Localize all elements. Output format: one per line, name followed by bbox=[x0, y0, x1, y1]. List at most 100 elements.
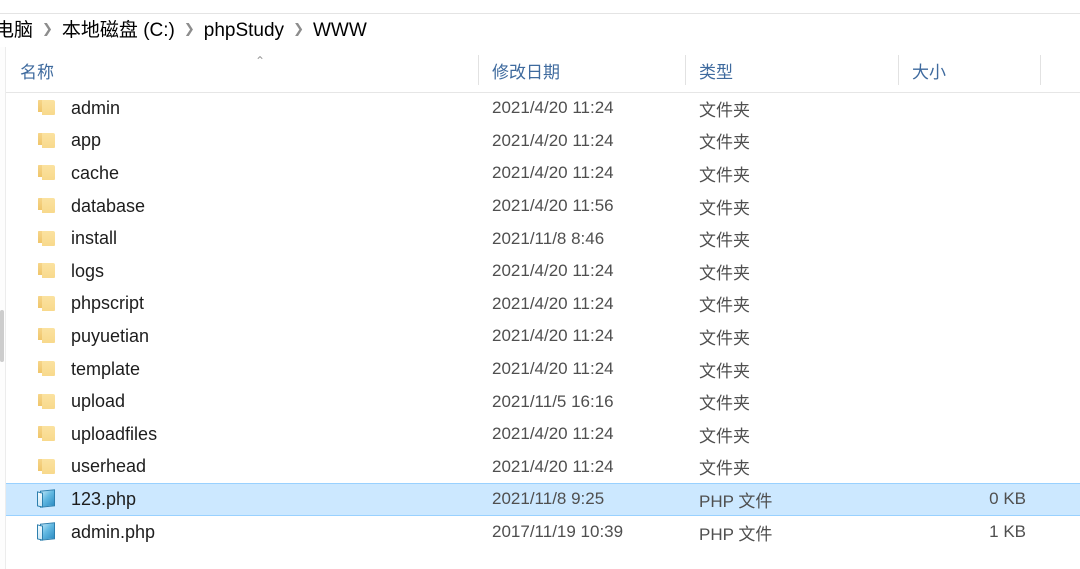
file-name-cell[interactable]: cache bbox=[6, 157, 478, 190]
folder-icon bbox=[36, 229, 58, 249]
file-name-label: upload bbox=[71, 391, 126, 412]
file-date-cell: 2021/4/20 11:24 bbox=[478, 125, 685, 158]
breadcrumb-chevron-icon[interactable]: ❯ bbox=[34, 22, 61, 37]
file-row[interactable]: cache 2021/4/20 11:24 文件夹 bbox=[6, 157, 1080, 190]
file-size-cell bbox=[898, 320, 1040, 353]
file-date-label: 2021/4/20 11:56 bbox=[492, 196, 614, 216]
column-header-date-modified[interactable]: 修改日期 bbox=[478, 48, 685, 92]
file-date-label: 2021/4/20 11:24 bbox=[492, 261, 614, 281]
file-row[interactable]: puyuetian 2021/4/20 11:24 文件夹 bbox=[6, 320, 1080, 353]
file-date-cell: 2021/4/20 11:24 bbox=[478, 320, 685, 353]
file-name-cell[interactable]: database bbox=[6, 190, 478, 223]
file-name-cell[interactable]: admin.php bbox=[6, 516, 478, 549]
file-size-cell: 0 KB bbox=[898, 484, 1040, 515]
file-name-cell[interactable]: uploadfiles bbox=[6, 418, 478, 451]
folder-icon bbox=[36, 359, 58, 379]
file-date-label: 2021/4/20 11:24 bbox=[492, 424, 614, 444]
file-size-cell: 1 KB bbox=[898, 516, 1040, 549]
php-icon bbox=[36, 522, 58, 542]
address-bar[interactable]: 电脑 ❯ 本地磁盘 (C:) ❯ phpStudy ❯ WWW bbox=[0, 14, 1080, 47]
column-header-size-label: 大小 bbox=[912, 62, 946, 82]
file-row[interactable]: install 2021/11/8 8:46 文件夹 bbox=[6, 222, 1080, 255]
file-name-cell[interactable]: install bbox=[6, 222, 478, 255]
file-type-cell: 文件夹 bbox=[685, 255, 898, 288]
file-row[interactable]: template 2021/4/20 11:24 文件夹 bbox=[6, 353, 1080, 386]
file-name-cell[interactable]: 123.php bbox=[6, 484, 478, 515]
file-date-label: 2021/4/20 11:24 bbox=[492, 456, 614, 476]
file-date-cell: 2021/4/20 11:24 bbox=[478, 288, 685, 321]
file-type-label: 文件夹 bbox=[699, 394, 750, 414]
file-name-label: database bbox=[71, 195, 146, 216]
folder-icon bbox=[36, 163, 58, 183]
file-row[interactable]: admin.php 2017/11/19 10:39 PHP 文件 1 KB bbox=[6, 516, 1080, 549]
file-name-cell[interactable]: admin bbox=[6, 92, 478, 125]
file-row[interactable]: app 2021/4/20 11:24 文件夹 bbox=[6, 125, 1080, 158]
navigation-pane-scrollbar-thumb[interactable] bbox=[0, 310, 4, 362]
column-divider[interactable] bbox=[898, 55, 899, 85]
file-size-cell bbox=[898, 255, 1040, 288]
file-date-cell: 2021/4/20 11:24 bbox=[478, 451, 685, 484]
file-name-cell[interactable]: app bbox=[6, 125, 478, 158]
file-type-label: 文件夹 bbox=[699, 133, 750, 153]
file-size-cell bbox=[898, 125, 1040, 158]
breadcrumb-chevron-icon[interactable]: ❯ bbox=[176, 22, 203, 37]
file-type-cell: PHP 文件 bbox=[685, 516, 898, 549]
file-name-label: template bbox=[71, 358, 141, 379]
file-type-label: 文件夹 bbox=[699, 100, 750, 120]
file-size-cell bbox=[898, 385, 1040, 418]
breadcrumb-item-computer[interactable]: 电脑 bbox=[0, 21, 34, 40]
column-header-empty[interactable] bbox=[1040, 48, 1080, 92]
column-header-name[interactable]: 名称 bbox=[6, 48, 478, 92]
file-row[interactable]: phpscript 2021/4/20 11:24 文件夹 bbox=[6, 288, 1080, 321]
file-type-label: PHP 文件 bbox=[699, 524, 773, 544]
file-type-cell: 文件夹 bbox=[685, 125, 898, 158]
file-name-label: uploadfiles bbox=[71, 423, 158, 444]
file-type-cell: 文件夹 bbox=[685, 451, 898, 484]
file-type-label: 文件夹 bbox=[699, 263, 750, 283]
file-size-cell bbox=[898, 222, 1040, 255]
file-row[interactable]: 123.php 2021/11/8 9:25 PHP 文件 0 KB bbox=[6, 483, 1080, 516]
column-divider[interactable] bbox=[478, 55, 479, 85]
file-type-cell: 文件夹 bbox=[685, 92, 898, 125]
file-row[interactable]: uploadfiles 2021/4/20 11:24 文件夹 bbox=[6, 418, 1080, 451]
breadcrumb-chevron-icon[interactable]: ❯ bbox=[285, 22, 312, 37]
breadcrumb-item-phpstudy[interactable]: phpStudy bbox=[203, 21, 285, 40]
folder-icon bbox=[36, 294, 58, 314]
file-type-cell: 文件夹 bbox=[685, 222, 898, 255]
file-date-cell: 2021/11/8 8:46 bbox=[478, 222, 685, 255]
file-type-label: 文件夹 bbox=[699, 296, 750, 316]
file-row[interactable]: database 2021/4/20 11:56 文件夹 bbox=[6, 190, 1080, 223]
file-type-cell: 文件夹 bbox=[685, 288, 898, 321]
breadcrumb-item-local-disk-c[interactable]: 本地磁盘 (C:) bbox=[61, 21, 176, 40]
file-size-label: 1 KB bbox=[989, 522, 1026, 542]
column-header-type[interactable]: 类型 bbox=[685, 48, 898, 92]
column-header-date-modified-label: 修改日期 bbox=[492, 62, 560, 82]
file-date-cell: 2021/4/20 11:24 bbox=[478, 353, 685, 386]
file-name-cell[interactable]: puyuetian bbox=[6, 320, 478, 353]
file-name-cell[interactable]: upload bbox=[6, 385, 478, 418]
folder-icon bbox=[36, 261, 58, 281]
php-icon bbox=[36, 489, 58, 509]
file-name-cell[interactable]: logs bbox=[6, 255, 478, 288]
file-row[interactable]: admin 2021/4/20 11:24 文件夹 bbox=[6, 92, 1080, 125]
file-name-cell[interactable]: userhead bbox=[6, 451, 478, 484]
file-name-cell[interactable]: template bbox=[6, 353, 478, 386]
file-row[interactable]: logs 2021/4/20 11:24 文件夹 bbox=[6, 255, 1080, 288]
file-date-cell: 2021/4/20 11:24 bbox=[478, 92, 685, 125]
breadcrumb-item-www[interactable]: WWW bbox=[312, 21, 368, 40]
file-row[interactable]: userhead 2021/4/20 11:24 文件夹 bbox=[6, 451, 1080, 484]
file-name-label: admin.php bbox=[71, 521, 156, 542]
file-type-label: 文件夹 bbox=[699, 328, 750, 348]
file-date-label: 2021/11/8 9:25 bbox=[492, 489, 605, 509]
file-name-cell[interactable]: phpscript bbox=[6, 288, 478, 321]
column-divider[interactable] bbox=[685, 55, 686, 85]
file-list[interactable]: admin 2021/4/20 11:24 文件夹 app 2021/4/20 11:2… bbox=[6, 92, 1080, 569]
file-type-label: 文件夹 bbox=[699, 426, 750, 446]
file-size-label: 0 KB bbox=[989, 489, 1026, 509]
column-divider[interactable] bbox=[1040, 55, 1041, 85]
file-row[interactable]: upload 2021/11/5 16:16 文件夹 bbox=[6, 385, 1080, 418]
file-date-label: 2017/11/19 10:39 bbox=[492, 522, 624, 542]
file-date-label: 2021/11/8 8:46 bbox=[492, 228, 605, 248]
file-size-cell bbox=[898, 92, 1040, 125]
column-header-size[interactable]: 大小 bbox=[898, 48, 1040, 92]
